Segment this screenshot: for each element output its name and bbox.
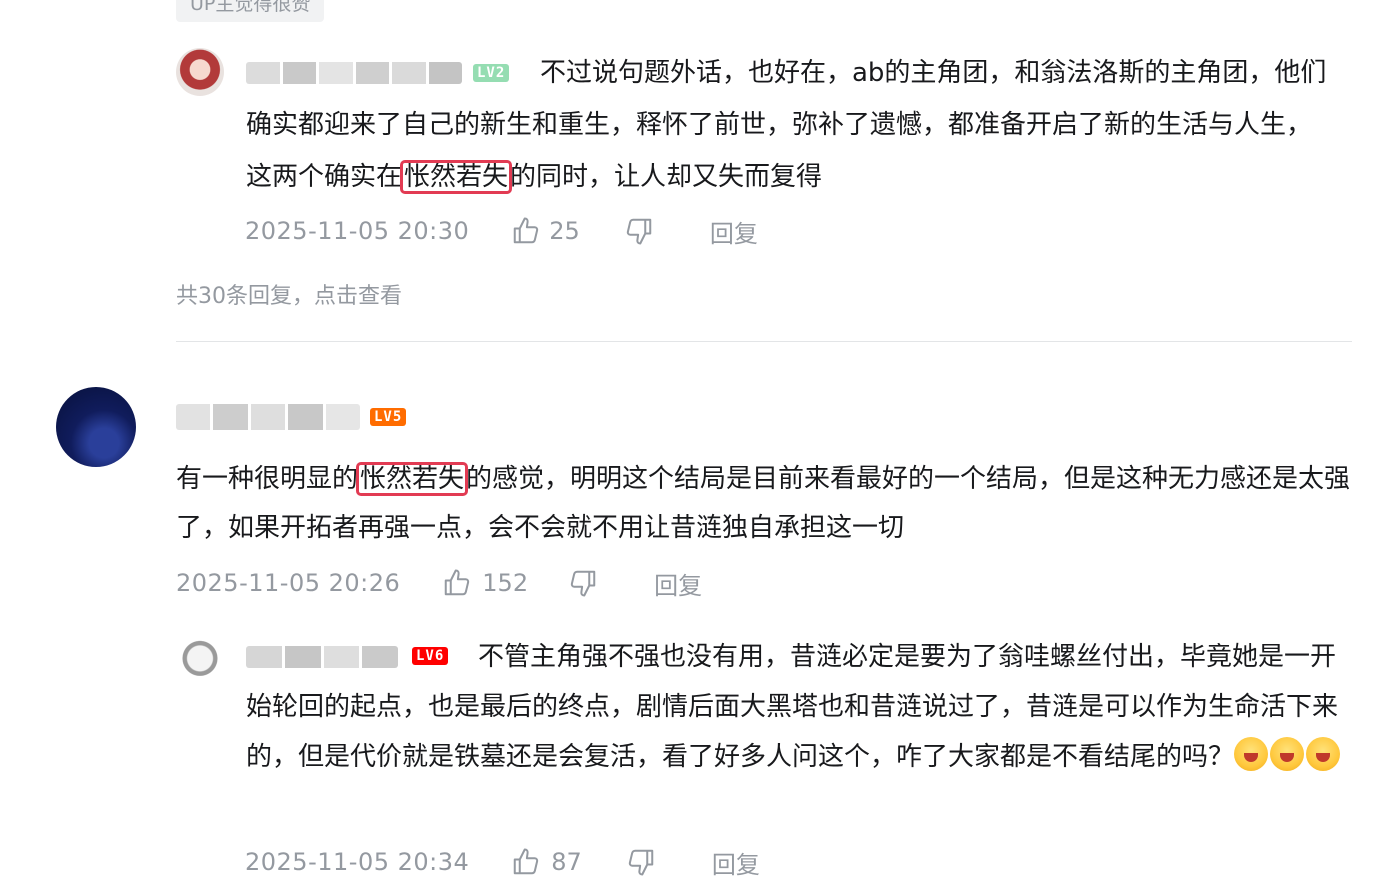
- divider: [176, 341, 1352, 342]
- avatar[interactable]: [176, 48, 224, 96]
- avatar[interactable]: [56, 387, 136, 467]
- timestamp: 2025-11-05 20:34: [245, 848, 470, 876]
- level-badge: LV5: [370, 408, 407, 426]
- comment-text: 不管主角强不强也没有用，昔涟必定是要为了翁哇螺丝付出，毕竟她是一开始轮回的起点，…: [246, 632, 1346, 782]
- comment-text: 不过说句题外话，也好在，ab的主角团，和翁法洛斯的主角团，他们确实都迎来了自己的…: [246, 47, 1336, 203]
- timestamp: 2025-11-05 20:30: [245, 217, 470, 245]
- thumbs-up-icon: [445, 569, 470, 596]
- up-liked-badge: UP主觉得很赞: [176, 0, 325, 22]
- thumbs-up-icon: [514, 217, 539, 244]
- comment-meta: 2025-11-05 20:30 25 回复: [245, 214, 758, 248]
- like-count: 87: [551, 848, 582, 876]
- crying-laugh-emoji: [1234, 737, 1342, 772]
- reply-button[interactable]: 回复: [654, 566, 702, 601]
- like-count: 152: [482, 569, 529, 597]
- thumbs-down-icon: [628, 849, 654, 876]
- timestamp: 2025-11-05 20:26: [176, 569, 401, 597]
- like-button[interactable]: 25: [511, 216, 580, 246]
- avatar[interactable]: [176, 632, 224, 680]
- dislike-button[interactable]: [624, 216, 654, 246]
- like-button[interactable]: 87: [511, 847, 582, 877]
- reply-button[interactable]: 回复: [712, 845, 760, 880]
- thumbs-down-icon: [570, 570, 596, 597]
- dislike-button[interactable]: [626, 847, 656, 877]
- comment-text-part: 有一种很明显的: [176, 464, 359, 494]
- reply-button[interactable]: 回复: [710, 214, 758, 249]
- comment-text-part: 的同时，让人却又失而复得: [510, 162, 823, 192]
- comment-text: 有一种很明显的怅然若失的感觉，明明这个结局是目前来看最好的一个结局，但是这种无力…: [176, 455, 1352, 553]
- thumbs-down-icon: [626, 218, 652, 245]
- highlight-keyword: 怅然若失: [400, 160, 513, 194]
- like-button[interactable]: 152: [442, 568, 528, 598]
- username-blurred[interactable]: [176, 404, 360, 430]
- comment-text-part: 不管主角强不强也没有用，昔涟必定是要为了翁哇螺丝付出，毕竟她是一开始轮回的起点，…: [246, 642, 1339, 772]
- thumbs-up-icon: [514, 848, 539, 875]
- dislike-button[interactable]: [568, 568, 598, 598]
- like-count: 25: [549, 217, 580, 245]
- highlight-keyword: 怅然若失: [356, 462, 469, 496]
- comment-meta: 2025-11-05 20:34 87 回复: [245, 845, 760, 879]
- comment-meta: 2025-11-05 20:26 152 回复: [176, 566, 702, 600]
- view-more-replies-link[interactable]: 共30条回复，点击查看: [176, 278, 402, 310]
